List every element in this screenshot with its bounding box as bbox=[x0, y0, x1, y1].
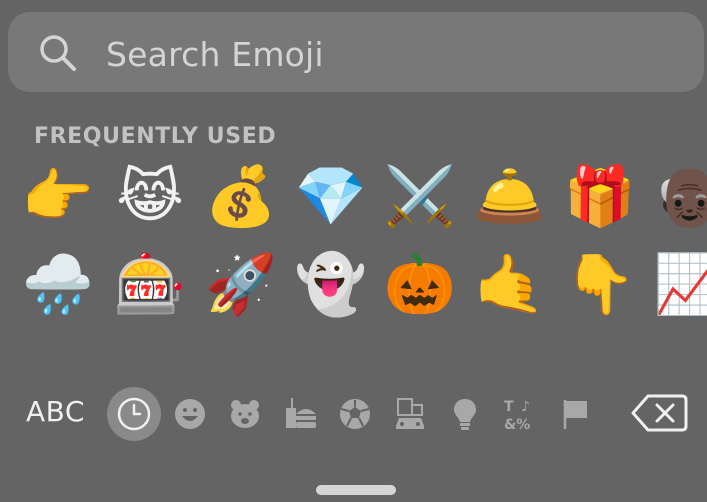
emoji-cat-tears-of-joy[interactable]: 😹 bbox=[114, 160, 186, 232]
emoji-call-me-hand[interactable]: 🤙 bbox=[474, 248, 546, 320]
emoji-pointing-finger[interactable]: 👉 bbox=[22, 160, 94, 232]
search-input[interactable]: Search Emoji bbox=[106, 35, 324, 74]
category-activity[interactable] bbox=[332, 391, 378, 437]
home-indicator[interactable] bbox=[316, 485, 396, 495]
emoji-pointing-down[interactable]: 👇 bbox=[564, 248, 636, 320]
category-animals[interactable] bbox=[222, 391, 268, 437]
section-title-frequently-used: FREQUENTLY USED bbox=[34, 124, 277, 149]
search-bar[interactable]: Search Emoji bbox=[8, 12, 704, 92]
category-flags[interactable] bbox=[552, 391, 598, 437]
bear-icon bbox=[231, 400, 259, 428]
search-icon bbox=[40, 35, 76, 71]
food-icon bbox=[286, 398, 316, 428]
category-symbols[interactable]: T ♪ &% bbox=[497, 391, 543, 437]
flag-icon bbox=[563, 400, 587, 429]
svg-text:T: T bbox=[504, 399, 514, 415]
emoji-rocket[interactable]: 🚀 bbox=[205, 248, 277, 320]
category-travel[interactable] bbox=[387, 391, 433, 437]
ball-icon bbox=[340, 399, 370, 429]
category-recent[interactable] bbox=[107, 387, 161, 441]
emoji-gem[interactable]: 💎 bbox=[295, 160, 367, 232]
emoji-bellhop-bell[interactable]: 🛎️ bbox=[474, 160, 546, 232]
emoji-slot-machine[interactable]: 🎰 bbox=[114, 248, 186, 320]
category-smileys[interactable] bbox=[167, 391, 213, 437]
smiley-icon bbox=[175, 399, 205, 429]
emoji-jack-o-lantern[interactable]: 🎃 bbox=[384, 248, 456, 320]
emoji-chart-increasing[interactable]: 📈 bbox=[654, 248, 707, 320]
symbols-icon: T ♪ &% bbox=[504, 399, 530, 432]
emoji-money-bag[interactable]: 💰 bbox=[205, 160, 277, 232]
emoji-gift[interactable]: 🎁 bbox=[564, 160, 636, 232]
emoji-old-man[interactable]: 👴🏿 bbox=[654, 160, 707, 232]
emoji-rain-cloud[interactable]: 🌧️ bbox=[22, 248, 94, 320]
delete-backspace-icon[interactable] bbox=[630, 393, 688, 433]
building-car-icon bbox=[396, 398, 424, 429]
svg-text:♪: ♪ bbox=[521, 399, 530, 415]
category-objects[interactable] bbox=[442, 391, 488, 437]
lightbulb-icon bbox=[454, 399, 476, 430]
emoji-crossed-swords[interactable]: ⚔️ bbox=[384, 160, 456, 232]
category-food[interactable] bbox=[277, 391, 323, 437]
abc-keyboard-button[interactable]: ABC bbox=[26, 395, 85, 428]
svg-text:&%: &% bbox=[504, 417, 530, 432]
emoji-category-bar: ABC T ♪ &% bbox=[0, 385, 707, 445]
clock-icon bbox=[117, 397, 151, 431]
emoji-ghost[interactable]: 👻 bbox=[295, 248, 367, 320]
